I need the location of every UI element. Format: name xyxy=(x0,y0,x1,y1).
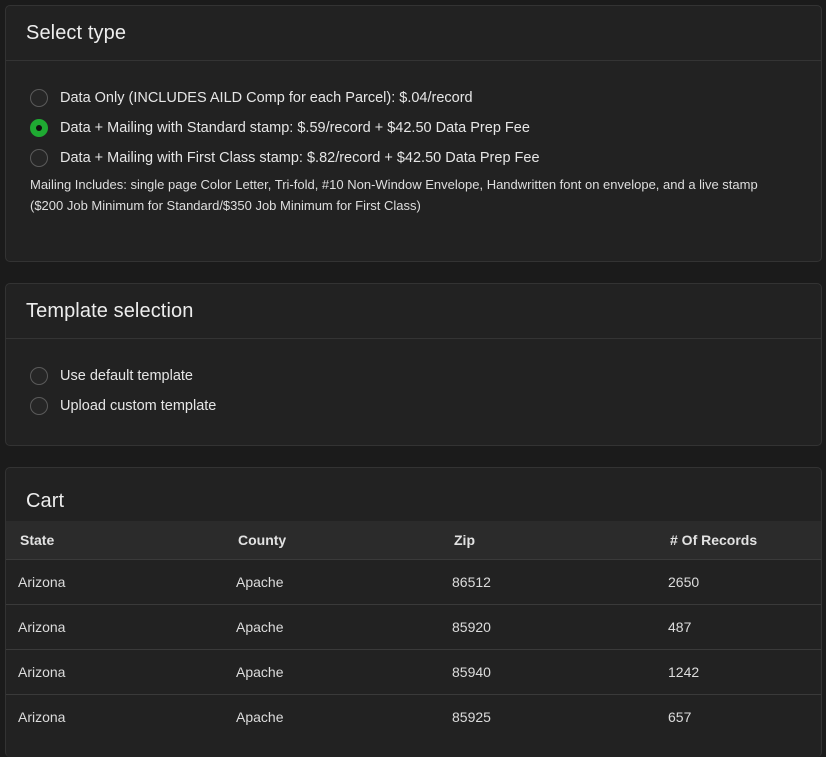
table-row: Arizona Apache 85925 657 xyxy=(6,694,821,739)
table-row: Arizona Apache 85920 487 xyxy=(6,604,821,649)
mailing-includes-text: Mailing Includes: single page Color Lett… xyxy=(30,177,758,192)
option-standard-stamp-label: Data + Mailing with Standard stamp: $.59… xyxy=(60,120,530,136)
cart-header: Cart xyxy=(6,468,821,521)
cell-zip: 85925 xyxy=(452,708,491,725)
option-custom-template-label: Upload custom template xyxy=(60,398,217,414)
select-type-card: Select type Data Only (INCLUDES AILD Com… xyxy=(5,5,822,262)
cell-state: Arizona xyxy=(18,663,66,680)
option-first-class-stamp-label: Data + Mailing with First Class stamp: $… xyxy=(60,150,540,166)
column-header-records[interactable]: # Of Records xyxy=(656,521,821,559)
option-data-only[interactable]: Data Only (INCLUDES AILD Comp for each P… xyxy=(30,86,473,110)
cell-county: Apache xyxy=(236,663,284,680)
cart-table: State County Zip # Of Records Arizona Ap… xyxy=(6,521,821,739)
cart-card: Cart State County Zip # Of Records Arizo… xyxy=(5,467,822,757)
cell-records: 657 xyxy=(668,708,692,725)
column-header-zip[interactable]: Zip xyxy=(440,521,656,559)
table-row: Arizona Apache 85940 1242 xyxy=(6,649,821,694)
template-selection-card: Template selection Use default template … xyxy=(5,283,822,446)
cell-zip: 85920 xyxy=(452,618,491,635)
cell-county: Apache xyxy=(236,573,284,590)
cell-state: Arizona xyxy=(18,618,66,635)
cell-records: 487 xyxy=(668,618,692,635)
cell-county: Apache xyxy=(236,708,284,725)
job-minimum-text: ($200 Job Minimum for Standard/$350 Job … xyxy=(30,198,421,213)
cell-state: Arizona xyxy=(18,573,66,590)
radio-standard-stamp[interactable] xyxy=(30,119,48,137)
radio-custom-template[interactable] xyxy=(30,397,48,415)
option-data-only-label: Data Only (INCLUDES AILD Comp for each P… xyxy=(60,90,473,106)
option-default-template[interactable]: Use default template xyxy=(30,364,193,388)
cell-zip: 86512 xyxy=(452,573,491,590)
radio-first-class-stamp[interactable] xyxy=(30,149,48,167)
template-selection-header: Template selection xyxy=(6,284,821,339)
cell-records: 2650 xyxy=(668,573,700,590)
option-default-template-label: Use default template xyxy=(60,368,193,384)
cell-records: 1242 xyxy=(668,663,700,680)
select-type-title: Select type xyxy=(26,21,127,44)
cell-county: Apache xyxy=(236,618,284,635)
option-custom-template[interactable]: Upload custom template xyxy=(30,394,216,418)
column-header-county[interactable]: County xyxy=(224,521,440,559)
radio-data-only[interactable] xyxy=(30,89,48,107)
cart-title: Cart xyxy=(26,490,65,512)
option-first-class-stamp[interactable]: Data + Mailing with First Class stamp: $… xyxy=(30,146,540,170)
template-selection-title: Template selection xyxy=(26,299,194,322)
cart-table-header-row: State County Zip # Of Records xyxy=(6,521,821,559)
cell-state: Arizona xyxy=(18,708,66,725)
mailing-includes-note: Mailing Includes: single page Color Lett… xyxy=(30,174,780,216)
radio-default-template[interactable] xyxy=(30,367,48,385)
table-row: Arizona Apache 86512 2650 xyxy=(6,559,821,604)
select-type-header: Select type xyxy=(6,6,821,61)
option-standard-stamp[interactable]: Data + Mailing with Standard stamp: $.59… xyxy=(30,116,530,140)
cell-zip: 85940 xyxy=(452,663,491,680)
column-header-state[interactable]: State xyxy=(6,521,224,559)
